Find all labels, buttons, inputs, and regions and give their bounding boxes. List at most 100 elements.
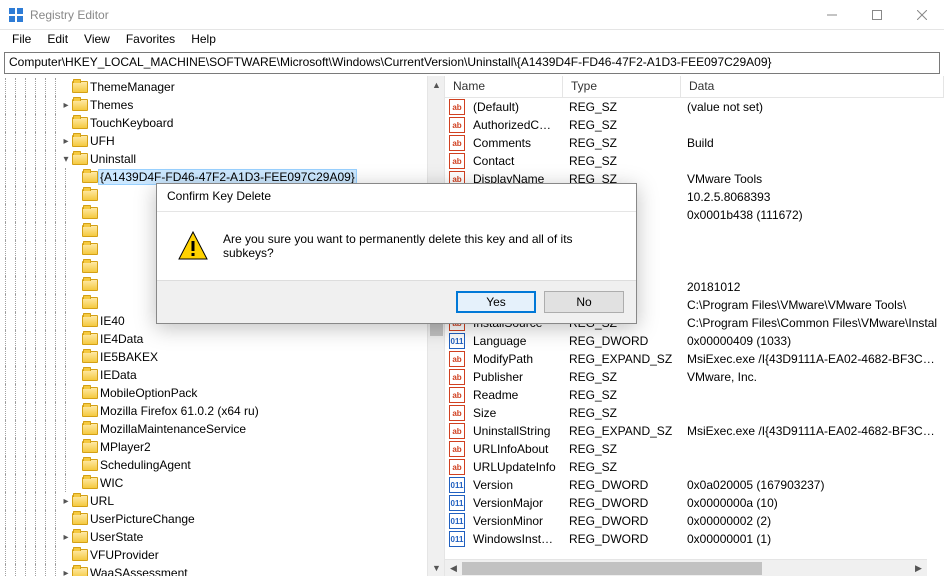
- menu-view[interactable]: View: [76, 30, 118, 50]
- list-row[interactable]: abSizeREG_SZ: [445, 404, 944, 422]
- tree-item[interactable]: IE5BAKEX: [0, 348, 444, 366]
- tree-item[interactable]: IEData: [0, 366, 444, 384]
- value-name: Readme: [467, 388, 563, 402]
- tree-item[interactable]: TouchKeyboard: [0, 114, 444, 132]
- tree-item-label: UserState: [88, 530, 145, 544]
- list-scrollbar-h[interactable]: ◀ ▶: [445, 559, 927, 576]
- value-name: AuthorizedCDFP...: [467, 118, 563, 132]
- scroll-right-icon[interactable]: ▶: [910, 560, 927, 576]
- tree-item[interactable]: ▸ WaaSAssessment: [0, 564, 444, 576]
- tree-item-label: TouchKeyboard: [88, 116, 175, 130]
- tree-item-label: MozillaMaintenanceService: [98, 422, 248, 436]
- string-value-icon: ab: [449, 135, 465, 151]
- value-type: REG_SZ: [563, 154, 681, 168]
- menu-edit[interactable]: Edit: [39, 30, 76, 50]
- folder-icon: [72, 495, 88, 507]
- tree-item[interactable]: MobileOptionPack: [0, 384, 444, 402]
- tree-item-label: MPlayer2: [98, 440, 153, 454]
- value-type: REG_EXPAND_SZ: [563, 424, 681, 438]
- value-name: (Default): [467, 100, 563, 114]
- menu-help[interactable]: Help: [183, 30, 224, 50]
- tree-item[interactable]: IE4Data: [0, 330, 444, 348]
- tree-item[interactable]: Mozilla Firefox 61.0.2 (x64 ru): [0, 402, 444, 420]
- scroll-left-icon[interactable]: ◀: [445, 560, 462, 576]
- app-icon: [8, 7, 24, 23]
- list-row[interactable]: abURLInfoAboutREG_SZ: [445, 440, 944, 458]
- tree-item[interactable]: ThemeManager: [0, 78, 444, 96]
- tree-item[interactable]: MPlayer2: [0, 438, 444, 456]
- folder-icon: [82, 369, 98, 381]
- string-value-icon: ab: [449, 405, 465, 421]
- value-name: VersionMinor: [467, 514, 563, 528]
- tree-item[interactable]: WIC: [0, 474, 444, 492]
- address-input[interactable]: [9, 55, 935, 69]
- value-name: Publisher: [467, 370, 563, 384]
- tree-item-label: IEData: [98, 368, 139, 382]
- menu-favorites[interactable]: Favorites: [118, 30, 183, 50]
- tree-item[interactable]: VFUProvider: [0, 546, 444, 564]
- value-type: REG_SZ: [563, 388, 681, 402]
- folder-icon: [82, 441, 98, 453]
- col-data[interactable]: Data: [681, 76, 944, 97]
- list-row[interactable]: abContactREG_SZ: [445, 152, 944, 170]
- tree-item[interactable]: UserPictureChange: [0, 510, 444, 528]
- value-name: VersionMajor: [467, 496, 563, 510]
- address-bar[interactable]: [4, 52, 940, 74]
- list-row[interactable]: 011VersionREG_DWORD0x0a020005 (167903237…: [445, 476, 944, 494]
- list-header: Name Type Data: [445, 76, 944, 98]
- tree-item[interactable]: ▸ UserState: [0, 528, 444, 546]
- list-row[interactable]: 011VersionMajorREG_DWORD0x0000000a (10): [445, 494, 944, 512]
- chevron-right-icon[interactable]: ▸: [60, 532, 72, 543]
- tree-item-label: IE5BAKEX: [98, 350, 160, 364]
- chevron-right-icon[interactable]: ▸: [60, 100, 72, 111]
- tree-item-label: VFUProvider: [88, 548, 161, 562]
- list-row[interactable]: 011WindowsInstallerREG_DWORD0x00000001 (…: [445, 530, 944, 548]
- col-name[interactable]: Name: [445, 76, 563, 97]
- scroll-up-icon[interactable]: ▲: [428, 76, 445, 93]
- yes-button[interactable]: Yes: [456, 291, 536, 313]
- tree-scrollbar[interactable]: ▲ ▼: [427, 76, 444, 576]
- menu-file[interactable]: File: [4, 30, 39, 50]
- list-row[interactable]: abReadmeREG_SZ: [445, 386, 944, 404]
- minimize-button[interactable]: [809, 0, 854, 30]
- close-button[interactable]: [899, 0, 944, 30]
- list-row[interactable]: abURLUpdateInfoREG_SZ: [445, 458, 944, 476]
- scroll-thumb-h[interactable]: [462, 562, 762, 575]
- tree-item-label: URL: [88, 494, 116, 508]
- string-value-icon: ab: [449, 459, 465, 475]
- value-data: 0x00000001 (1): [681, 532, 944, 546]
- no-button[interactable]: No: [544, 291, 624, 313]
- tree-item[interactable]: MozillaMaintenanceService: [0, 420, 444, 438]
- col-type[interactable]: Type: [563, 76, 681, 97]
- value-name: Version: [467, 478, 563, 492]
- folder-icon: [82, 351, 98, 363]
- tree-item-label: WaaSAssessment: [88, 566, 190, 576]
- scroll-down-icon[interactable]: ▼: [428, 559, 445, 576]
- tree-item-label: Themes: [88, 98, 135, 112]
- tree-item[interactable]: ▾ Uninstall: [0, 150, 444, 168]
- list-row[interactable]: ab(Default)REG_SZ(value not set): [445, 98, 944, 116]
- list-row[interactable]: abAuthorizedCDFP...REG_SZ: [445, 116, 944, 134]
- tree-item[interactable]: SchedulingAgent: [0, 456, 444, 474]
- chevron-right-icon[interactable]: ▸: [60, 136, 72, 147]
- list-row[interactable]: abPublisherREG_SZVMware, Inc.: [445, 368, 944, 386]
- tree-item-label: IE4Data: [98, 332, 145, 346]
- chevron-down-icon[interactable]: ▾: [60, 154, 72, 165]
- list-row[interactable]: abModifyPathREG_EXPAND_SZMsiExec.exe /I{…: [445, 350, 944, 368]
- tree-item[interactable]: ▸ URL: [0, 492, 444, 510]
- tree-item[interactable]: ▸ Themes: [0, 96, 444, 114]
- list-row[interactable]: 011LanguageREG_DWORD0x00000409 (1033): [445, 332, 944, 350]
- maximize-button[interactable]: [854, 0, 899, 30]
- list-row[interactable]: abCommentsREG_SZBuild: [445, 134, 944, 152]
- main: ThemeManager ▸ Themes TouchKeyboard ▸UFH ▾ Uni…: [0, 76, 944, 576]
- dword-value-icon: 011: [449, 477, 465, 493]
- value-type: REG_EXPAND_SZ: [563, 352, 681, 366]
- list-row[interactable]: 011VersionMinorREG_DWORD0x00000002 (2): [445, 512, 944, 530]
- dialog-message: Are you sure you want to permanently del…: [223, 232, 622, 260]
- value-type: REG_SZ: [563, 406, 681, 420]
- list-row[interactable]: abUninstallStringREG_EXPAND_SZMsiExec.ex…: [445, 422, 944, 440]
- tree-item[interactable]: ▸UFH: [0, 132, 444, 150]
- tree-item-label: Uninstall: [88, 152, 138, 166]
- chevron-right-icon[interactable]: ▸: [60, 568, 72, 576]
- chevron-right-icon[interactable]: ▸: [60, 496, 72, 507]
